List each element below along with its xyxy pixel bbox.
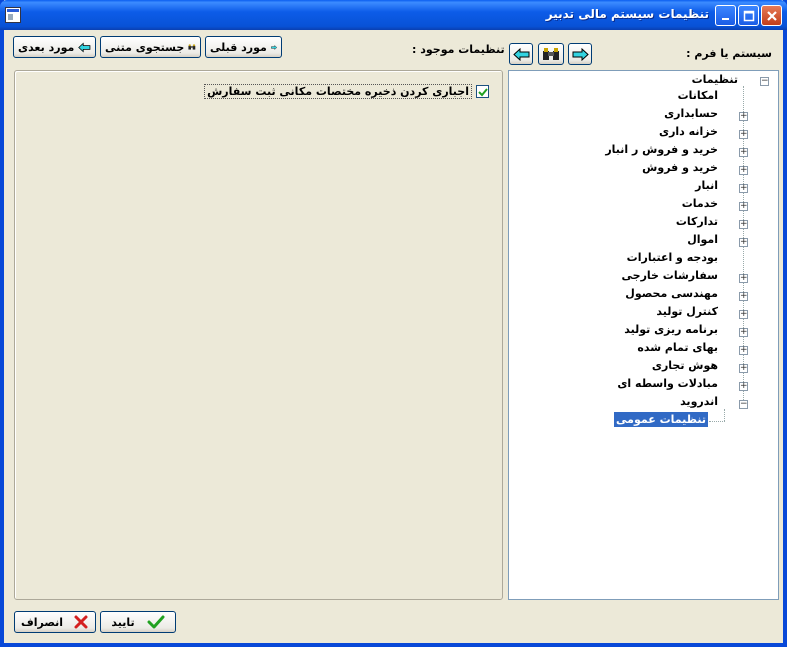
tree-item-general-settings[interactable]: تنظیمات عمومی — [614, 412, 708, 429]
tree-item-production-planning[interactable]: برنامه ریزی تولید — [624, 323, 718, 339]
arrow-right-icon — [271, 44, 277, 50]
tree-expander[interactable]: + — [739, 112, 748, 121]
tree-search-button[interactable] — [538, 43, 564, 65]
tree-expander[interactable]: − — [739, 400, 748, 409]
tree-item-intermediary-exchanges[interactable]: مبادلات واسطه ای — [617, 377, 718, 393]
root-expander[interactable]: − — [760, 77, 769, 86]
minimize-button[interactable] — [715, 5, 736, 26]
system-or-form-label: سیستم یا فرم : — [686, 47, 772, 60]
close-button[interactable] — [761, 5, 782, 26]
tree-expander[interactable]: + — [739, 220, 748, 229]
tree-item-buy-sell-inventory[interactable]: خرید و فروش ر انبار — [605, 143, 718, 159]
tree-expander[interactable]: + — [739, 238, 748, 247]
tree-expander[interactable]: + — [739, 184, 748, 193]
tree-item-procurement[interactable]: تدارکات — [676, 215, 718, 231]
tree-item-production-control[interactable]: کنترل تولید — [656, 305, 718, 321]
tree-expander[interactable]: + — [739, 166, 748, 175]
location-required-label: اجباری کردن ذخیره مختصات مکانی ثبت سفارش — [204, 84, 472, 99]
tree-connector — [724, 409, 725, 421]
binoculars-icon — [543, 48, 559, 60]
cancel-label: انصراف — [20, 615, 64, 629]
settings-panel — [14, 70, 503, 600]
tree-expander[interactable]: + — [739, 274, 748, 283]
tree-item-warehouse[interactable]: انبار — [695, 179, 718, 195]
tree-item-accounting[interactable]: حسابداری — [664, 107, 718, 123]
maximize-button[interactable] — [738, 5, 759, 26]
tree-expander[interactable]: + — [739, 328, 748, 337]
tree-item-treasury[interactable]: خزانه داری — [659, 125, 718, 141]
tree-expander[interactable]: + — [739, 130, 748, 139]
tree-expander[interactable]: + — [739, 364, 748, 373]
tree-connector — [709, 421, 725, 422]
arrow-left-icon — [512, 47, 529, 61]
tree-item-services[interactable]: خدمات — [682, 197, 718, 213]
ok-label: تایید — [111, 615, 135, 629]
text-search-button[interactable]: جستجوی متنی — [100, 36, 201, 58]
tree-forward-button[interactable] — [568, 43, 592, 65]
text-search-label: جستجوی متنی — [105, 40, 185, 54]
binoculars-icon — [188, 44, 196, 50]
close-icon — [766, 10, 777, 21]
previous-item-label: مورد قبلی — [210, 40, 267, 54]
check-icon — [147, 615, 165, 629]
cancel-button[interactable]: انصراف — [14, 611, 96, 633]
next-item-label: مورد بعدی — [18, 40, 75, 54]
tree-expander[interactable]: + — [739, 292, 748, 301]
tree-root[interactable]: تنظیمات — [692, 73, 738, 89]
existing-settings-label: تنظیمات موجود : — [412, 43, 505, 56]
settings-tree[interactable]: − تنظیمات امکانات + حسابداری + خزانه دار… — [508, 70, 779, 600]
tree-item-business-intelligence[interactable]: هوش تجاری — [652, 359, 718, 375]
tree-item-foreign-orders[interactable]: سفارشات خارجی — [622, 269, 718, 285]
tree-item-product-engineering[interactable]: مهندسی محصول — [625, 287, 718, 303]
tree-expander[interactable]: + — [739, 202, 748, 211]
tree-expander[interactable]: + — [739, 346, 748, 355]
tree-item-cost-price[interactable]: بهای تمام شده — [637, 341, 718, 357]
previous-item-button[interactable]: مورد قبلی — [205, 36, 282, 58]
tree-expander[interactable]: + — [739, 310, 748, 319]
next-item-button[interactable]: مورد بعدی — [13, 36, 96, 58]
tree-expander[interactable]: + — [739, 382, 748, 391]
arrow-right-icon — [572, 47, 589, 61]
location-required-checkbox[interactable] — [476, 85, 489, 98]
tree-expander[interactable]: + — [739, 148, 748, 157]
arrow-left-icon — [78, 42, 91, 52]
tree-item-android[interactable]: اندروید — [680, 395, 718, 411]
tree-item-budget[interactable]: بودجه و اعتبارات — [627, 251, 718, 267]
cancel-x-icon — [74, 615, 88, 629]
tree-item-assets[interactable]: اموال — [687, 233, 718, 249]
minimize-icon — [721, 17, 729, 20]
checkmark-icon — [477, 87, 488, 96]
maximize-icon — [743, 10, 754, 21]
ok-button[interactable]: تایید — [100, 611, 176, 633]
tree-back-button[interactable] — [509, 43, 533, 65]
tree-item-buy-sell[interactable]: خرید و فروش — [642, 161, 718, 177]
title-bar[interactable]: تنظیمات سیستم مالی تدبیر — [0, 0, 787, 30]
tree-item-facilities[interactable]: امکانات — [678, 89, 718, 105]
window-title: تنظیمات سیستم مالی تدبیر — [545, 7, 709, 21]
setting-row-location[interactable]: اجباری کردن ذخیره مختصات مکانی ثبت سفارش — [204, 84, 489, 99]
app-icon — [5, 7, 21, 23]
